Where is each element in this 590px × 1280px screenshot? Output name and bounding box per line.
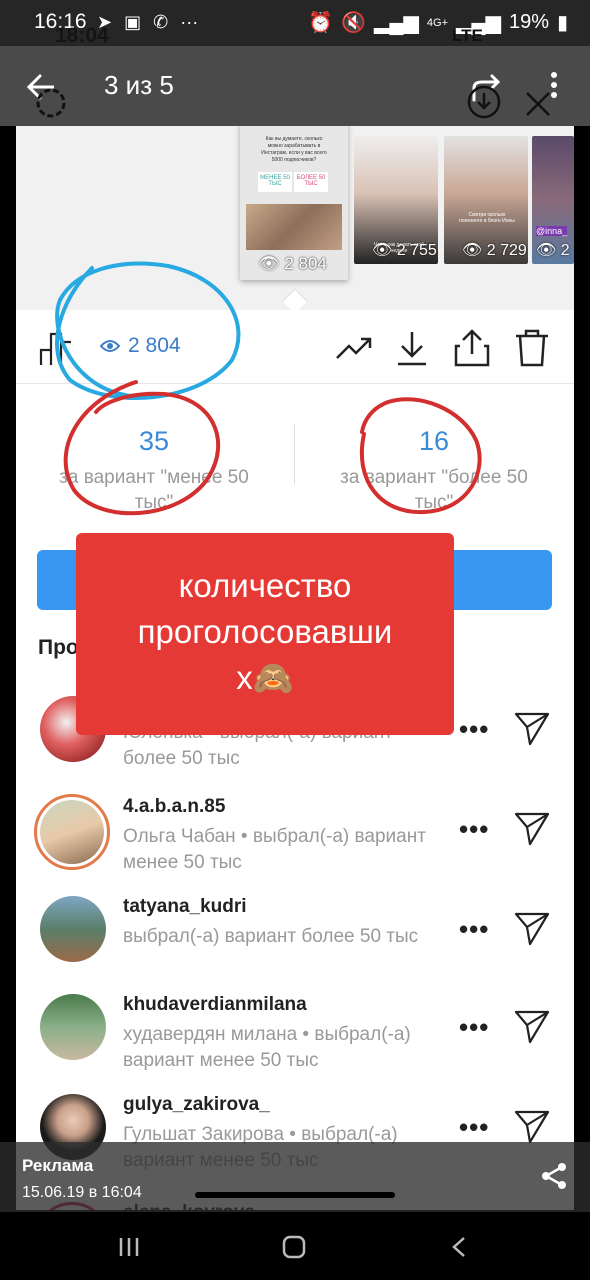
ad-label: Реклама	[22, 1156, 94, 1175]
overlay-line-3: х🙈	[236, 659, 294, 696]
blue-circle-annotation	[55, 261, 241, 400]
overlay-line-2: проголосовавши	[137, 613, 393, 650]
overlay-caption-card: количество проголосовавши х🙈	[76, 533, 454, 735]
red-circle-annotation-right	[359, 397, 482, 515]
recent-apps-icon[interactable]	[118, 1236, 140, 1258]
red-circle-annotation-left	[63, 380, 220, 516]
ad-footer: Реклама 15.06.19 в 16:04	[0, 1142, 590, 1212]
overlay-line-1: количество	[178, 567, 352, 604]
back-icon[interactable]	[450, 1236, 468, 1258]
home-icon[interactable]	[282, 1235, 306, 1259]
android-nav-bar	[0, 1212, 590, 1280]
home-indicator	[195, 1192, 395, 1198]
share-nodes-icon[interactable]	[540, 1162, 568, 1190]
ad-date: 15.06.19 в 16:04	[22, 1184, 142, 1201]
